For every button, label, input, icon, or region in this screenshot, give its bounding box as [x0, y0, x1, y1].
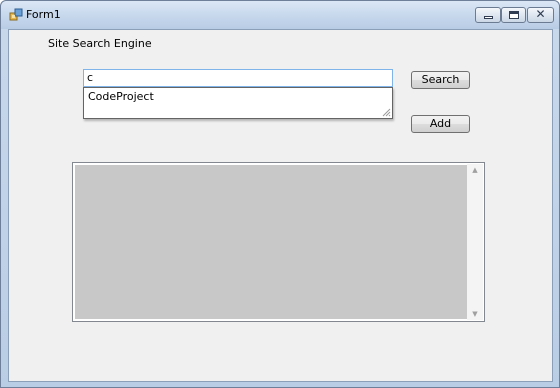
window-title: Form1: [26, 8, 61, 21]
results-listbox[interactable]: ▲ ▼: [72, 162, 485, 322]
search-input[interactable]: c: [83, 69, 393, 87]
scroll-down-icon[interactable]: ▼: [467, 310, 483, 318]
close-button[interactable]: ✕: [527, 7, 554, 23]
app-window: Form1 ✕ Site Search Engine c CodeProject…: [0, 0, 560, 388]
page-title: Site Search Engine: [48, 37, 152, 50]
resize-grip-icon[interactable]: [382, 108, 391, 117]
title-bar[interactable]: Form1 ✕: [1, 1, 559, 29]
close-icon: ✕: [535, 7, 546, 21]
results-list-area[interactable]: [75, 165, 468, 319]
scroll-up-icon[interactable]: ▲: [467, 166, 483, 174]
search-button[interactable]: Search: [411, 71, 470, 89]
autocomplete-dropdown: CodeProject: [83, 87, 393, 119]
minimize-button[interactable]: [475, 7, 501, 23]
add-button[interactable]: Add: [411, 115, 470, 133]
vertical-scrollbar[interactable]: ▲ ▼: [467, 164, 483, 320]
app-icon[interactable]: [9, 8, 23, 22]
suggestion-item[interactable]: CodeProject: [88, 90, 154, 103]
minimize-icon: [484, 16, 493, 19]
maximize-icon: [509, 11, 519, 19]
form-client-area: Site Search Engine c CodeProject Search …: [8, 29, 553, 382]
maximize-button[interactable]: [501, 7, 526, 23]
